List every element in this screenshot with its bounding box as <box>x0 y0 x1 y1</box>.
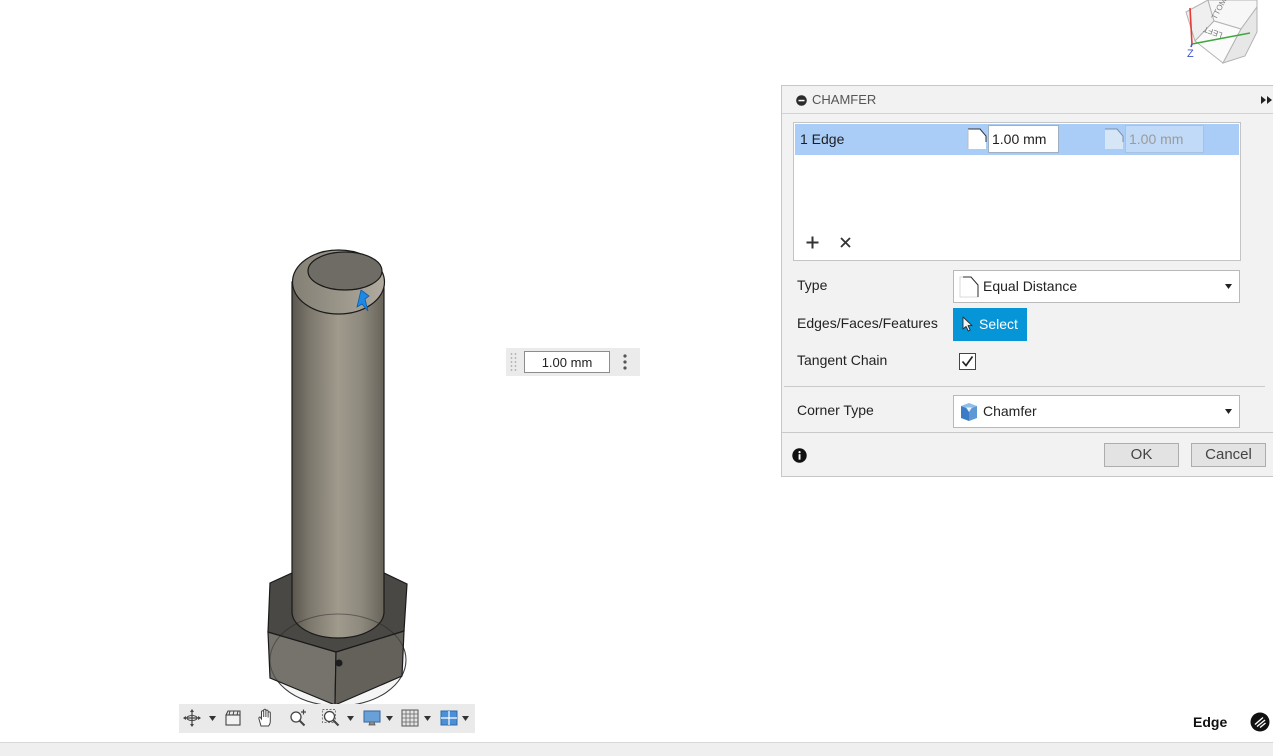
double-chevron-right-icon[interactable] <box>1261 95 1272 105</box>
display-settings-icon[interactable] <box>362 708 382 728</box>
select-button[interactable]: Select <box>953 308 1027 341</box>
ok-button[interactable]: OK <box>1104 443 1179 467</box>
grid-dropdown-icon[interactable] <box>424 716 431 721</box>
equal-distance-icon <box>959 276 979 298</box>
dialog-footer: OK Cancel <box>782 432 1273 476</box>
edge-set-row[interactable]: 1 Edge <box>795 124 1239 155</box>
collapse-minus-icon[interactable] <box>796 95 807 106</box>
remove-icon[interactable] <box>840 237 851 248</box>
corner-type-dropdown[interactable]: Chamfer <box>953 395 1240 428</box>
tangent-chain-checkbox[interactable] <box>959 353 976 370</box>
shaft-side-face[interactable] <box>291 281 385 639</box>
sketch-point[interactable] <box>335 659 343 667</box>
zoom-dropdown-icon[interactable] <box>347 716 354 721</box>
chamfer-corner-icon <box>961 403 977 421</box>
select-button-label: Select <box>979 316 1018 332</box>
pan-icon[interactable] <box>255 708 275 728</box>
look-at-icon[interactable] <box>223 708 243 728</box>
chevron-down-icon <box>1225 409 1232 414</box>
z-axis-line <box>1190 43 1193 48</box>
type-label: Type <box>797 277 828 293</box>
selection-label: Edges/Faces/Features <box>797 315 938 331</box>
viewcube[interactable]: TTOM LEFT Z <box>1180 0 1260 66</box>
checkmark-icon <box>961 356 974 367</box>
orbit-dropdown-icon[interactable] <box>209 716 216 721</box>
canvas-distance-widget <box>506 348 640 376</box>
zoom-window-icon[interactable] <box>288 708 308 728</box>
display-dropdown-icon[interactable] <box>386 716 393 721</box>
edge-set-list: 1 Edge <box>793 122 1241 261</box>
tangent-chain-label: Tangent Chain <box>797 352 888 368</box>
cursor-icon <box>962 316 973 332</box>
chamfer-distance-icon <box>967 128 987 149</box>
canvas-distance-input[interactable] <box>524 351 610 373</box>
viewports-icon[interactable] <box>439 708 459 728</box>
grid-icon[interactable] <box>400 708 420 728</box>
shaft-top-face[interactable] <box>307 251 383 291</box>
corner-type-label: Corner Type <box>797 402 874 418</box>
dialog-header[interactable]: CHAMFER <box>782 86 1273 114</box>
viewports-dropdown-icon[interactable] <box>462 716 469 721</box>
section-divider <box>784 386 1265 387</box>
type-dropdown[interactable]: Equal Distance <box>953 270 1240 303</box>
z-axis-label: Z <box>1187 48 1194 60</box>
dialog-title: CHAMFER <box>812 92 877 107</box>
add-icon[interactable] <box>806 236 819 249</box>
chamfer-dialog: CHAMFER 1 Edge Type <box>781 85 1273 477</box>
edge-set-label: 1 Edge <box>800 131 845 147</box>
selection-filter-status: Edge <box>1193 714 1228 730</box>
chamfer-distance-2-icon <box>1105 128 1124 149</box>
more-vertical-icon[interactable] <box>622 353 628 371</box>
zoom-icon[interactable] <box>321 708 341 728</box>
feedback-icon[interactable] <box>1250 712 1270 732</box>
orbit-icon[interactable] <box>182 708 202 728</box>
grip-icon[interactable] <box>509 351 518 373</box>
bottom-status-bar <box>0 742 1273 756</box>
bolt-model[interactable] <box>250 238 425 713</box>
cancel-button[interactable]: Cancel <box>1191 443 1266 467</box>
navigation-toolbar <box>179 704 475 733</box>
corner-type-value: Chamfer <box>983 403 1037 419</box>
info-icon[interactable] <box>792 448 807 463</box>
chevron-down-icon <box>1225 284 1232 289</box>
distance-input[interactable] <box>988 125 1059 153</box>
type-value: Equal Distance <box>983 278 1078 294</box>
distance-2-input <box>1125 125 1204 153</box>
